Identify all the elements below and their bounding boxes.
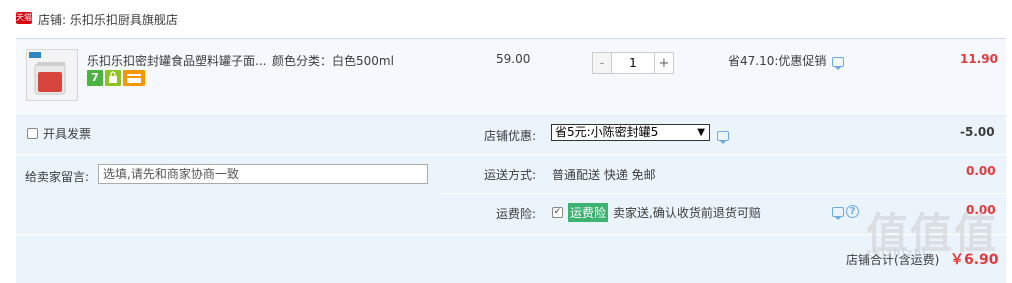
quantity-stepper: - 1 +: [592, 52, 674, 74]
insurance-label: 运费险:: [495, 207, 536, 221]
coupon-chat-icon[interactable]: [717, 130, 729, 144]
insurance-option: ✓ 运费险 卖家送,确认收货前退货可赔: [552, 203, 761, 222]
dropdown-arrow-icon: ▼: [697, 127, 705, 138]
insurance-chat-icon[interactable]: [832, 206, 844, 220]
promotion-text: 省47.10:优惠促销: [728, 54, 827, 68]
coupon-amount: -5.00: [960, 125, 995, 139]
service-icons: 7: [87, 70, 145, 86]
promotion-chat-icon[interactable]: [832, 56, 845, 70]
insurance-text: 卖家送,确认收货前退货可赔: [613, 206, 761, 220]
invoice-label: 开具发票: [43, 127, 92, 141]
insurance-checkbox[interactable]: ✓: [552, 207, 563, 218]
quantity-plus-button[interactable]: +: [654, 52, 674, 74]
divider: [440, 193, 1006, 194]
promotion-info: 省47.10:优惠促销: [728, 52, 845, 70]
product-sku: 颜色分类：白色500ml: [272, 54, 394, 68]
help-icon[interactable]: ?: [846, 205, 859, 218]
message-input[interactable]: 选填,请先和商家协商一致: [98, 164, 428, 184]
coupon-selected-value: 省5元:小陈密封罐5: [555, 125, 659, 139]
coupon-select[interactable]: 省5元:小陈密封罐5 ▼: [551, 124, 710, 141]
shipping-price: 0.00: [966, 164, 996, 178]
credit-card-icon[interactable]: [123, 70, 145, 86]
quantity-input[interactable]: 1: [612, 52, 654, 74]
coupon-chat-wrap: [717, 128, 729, 144]
invoice-checkbox[interactable]: [27, 128, 38, 139]
cart-item-row: 乐扣乐扣密封罐食品塑料罐子面... 颜色分类：白色500ml 7 59.00 -…: [16, 38, 1006, 116]
message-label: 给卖家留言:: [25, 170, 90, 184]
invoice-option[interactable]: 开具发票: [27, 125, 91, 142]
product-title-link[interactable]: 乐扣乐扣密封罐食品塑料罐子面...: [87, 52, 269, 69]
quantity-minus-button[interactable]: -: [592, 52, 612, 74]
insurance-tag: 运费险: [568, 203, 609, 222]
shop-title-link[interactable]: 店铺: 乐扣乐扣厨具旗舰店: [38, 11, 178, 28]
item-total-price: 11.90: [960, 52, 998, 66]
insurance-icons: ?: [832, 205, 859, 220]
product-thumbnail[interactable]: [26, 49, 78, 101]
shipping-method: 普通配送 快递 免邮: [552, 168, 656, 182]
shipping-label: 运送方式:: [483, 168, 536, 182]
divider: [16, 154, 440, 155]
coupon-label: 店铺优惠:: [483, 129, 536, 143]
divider: [440, 154, 1006, 155]
watermark-subtext: zhizhizhi: [866, 248, 928, 259]
tmall-badge-icon: 天猫: [16, 12, 32, 24]
shopping-bag-icon[interactable]: [105, 70, 121, 86]
unit-price: 59.00: [496, 52, 531, 66]
seven-day-return-icon[interactable]: 7: [87, 70, 103, 86]
